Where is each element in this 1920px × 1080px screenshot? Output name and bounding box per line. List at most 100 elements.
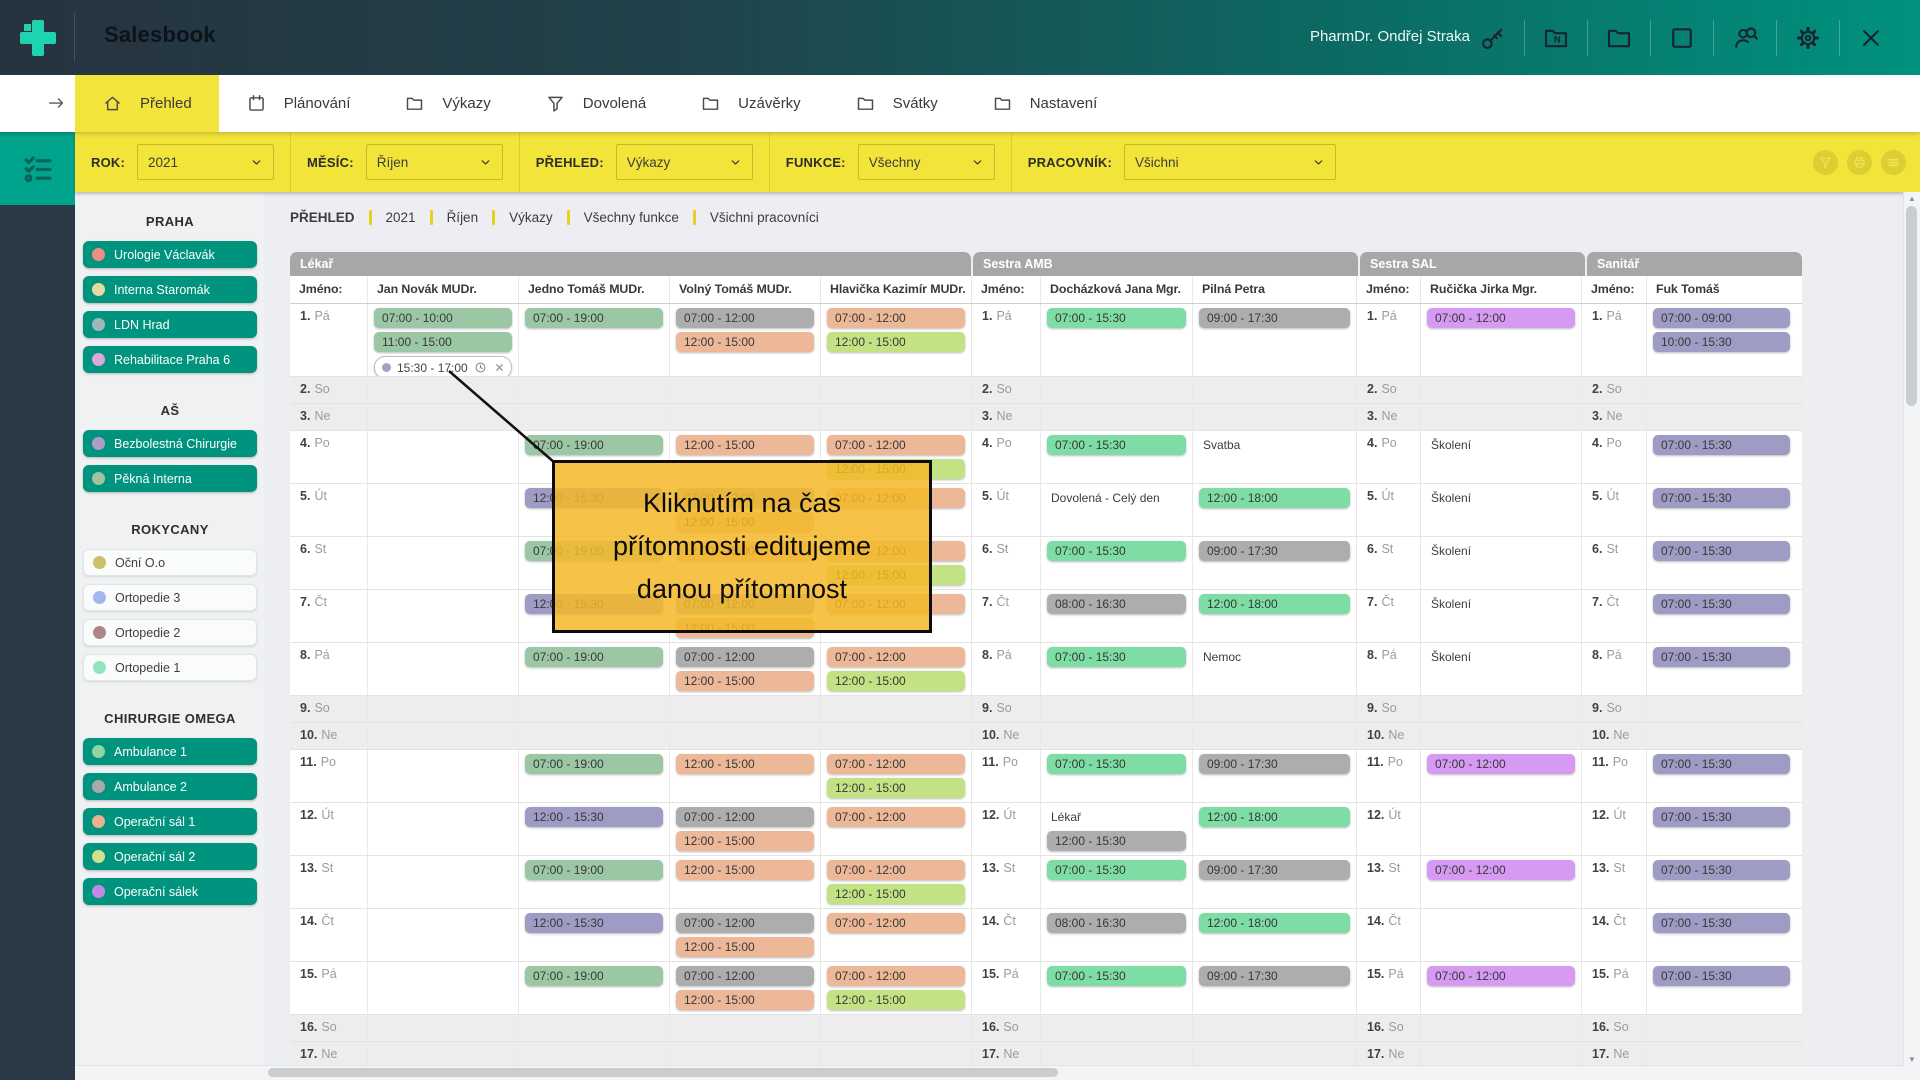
shift-pill[interactable]: 07:00 - 12:00 [827,860,965,880]
remove-shift-icon[interactable] [493,361,506,374]
workplace-pill[interactable]: Operační sál 2 [83,843,257,870]
folder-icon[interactable] [1604,23,1634,53]
filter-button[interactable] [1813,150,1838,175]
shift-pill[interactable]: 12:00 - 15:00 [676,754,814,774]
shift-pill[interactable]: 12:00 - 15:00 [827,671,965,691]
filter-select-pracovník[interactable]: Všichni [1124,144,1336,180]
shift-pill[interactable]: 12:00 - 15:00 [676,937,814,957]
gear-icon[interactable] [1793,23,1823,53]
scroll-down-icon[interactable]: ▼ [1908,1055,1916,1064]
workplace-pill[interactable]: Pěkná Interna [83,465,257,492]
shift-pill[interactable]: 07:00 - 12:00 [676,308,814,328]
shift-pill[interactable]: 08:00 - 16:30 [1047,594,1186,614]
vertical-scroll-thumb[interactable] [1906,206,1917,406]
tab-uzaverky[interactable]: Uzávěrky [673,75,828,132]
shift-pill[interactable]: 07:00 - 12:00 [827,966,965,986]
workplace-pill[interactable]: Ambulance 1 [83,738,257,765]
shift-pill[interactable]: 08:00 - 16:30 [1047,913,1186,933]
shift-pill[interactable]: 11:00 - 15:00 [374,332,512,352]
shift-pill[interactable]: 09:00 - 17:30 [1199,860,1350,880]
shift-pill[interactable]: 12:00 - 15:00 [676,860,814,880]
arrow-right-icon[interactable] [46,92,68,114]
shift-pill[interactable]: 07:00 - 19:00 [525,860,663,880]
shift-pill[interactable]: 07:00 - 15:30 [1653,913,1790,933]
key-icon[interactable] [1478,23,1508,53]
shift-pill[interactable]: 12:00 - 15:00 [676,332,814,352]
close-icon[interactable] [1856,23,1886,53]
shift-pill[interactable]: 07:00 - 12:00 [827,807,965,827]
shift-pill[interactable]: 12:00 - 15:30 [525,913,663,933]
shift-pill[interactable]: 07:00 - 12:00 [1427,308,1575,328]
shift-pill[interactable]: 07:00 - 19:00 [525,647,663,667]
shift-pill[interactable]: 07:00 - 15:30 [1653,754,1790,774]
shift-pill[interactable]: 07:00 - 10:00 [374,308,512,328]
shift-pill[interactable]: 07:00 - 12:00 [676,807,814,827]
shift-pill[interactable]: 07:00 - 15:30 [1653,594,1790,614]
shift-pill[interactable]: 07:00 - 12:00 [1427,860,1575,880]
shift-pill[interactable]: 12:00 - 15:00 [676,435,814,455]
workplace-pill[interactable]: Urologie Václavák [83,241,257,268]
tab-nastaveni[interactable]: Nastavení [965,75,1125,132]
shift-pill[interactable]: 09:00 - 17:30 [1199,308,1350,328]
shift-pill[interactable]: 07:00 - 15:30 [1653,435,1790,455]
shift-pill[interactable]: 10:00 - 15:30 [1653,332,1790,352]
print-button[interactable] [1847,150,1872,175]
shift-pill[interactable]: 07:00 - 12:00 [676,966,814,986]
shift-pill[interactable]: 12:00 - 18:00 [1199,488,1350,508]
filter-select-měsíc[interactable]: Říjen [366,144,503,180]
shift-pill[interactable]: 07:00 - 15:30 [1653,860,1790,880]
sidebar-toggle-button[interactable] [0,132,75,205]
shift-pill[interactable]: 07:00 - 15:30 [1047,308,1186,328]
tab-planovani[interactable]: Plánování [219,75,378,132]
user-search-icon[interactable] [1730,23,1760,53]
shift-pill[interactable]: 09:00 - 17:30 [1199,541,1350,561]
tab-prehled[interactable]: Přehled [75,75,219,132]
shift-pill[interactable]: 07:00 - 15:30 [1047,435,1186,455]
horizontal-scroll-thumb[interactable] [268,1068,1058,1077]
menu-button[interactable] [1881,150,1906,175]
shift-pill[interactable]: 07:00 - 19:00 [525,754,663,774]
shift-pill[interactable]: 12:00 - 18:00 [1199,594,1350,614]
shift-pill[interactable]: 07:00 - 15:30 [1653,647,1790,667]
shift-pill[interactable]: 07:00 - 15:30 [1653,541,1790,561]
shift-pill[interactable]: 07:00 - 15:30 [1653,966,1790,986]
vertical-scrollbar[interactable]: ▲ ▼ [1903,192,1920,1080]
scroll-up-icon[interactable]: ▲ [1908,194,1916,203]
workplace-pill[interactable]: Operační sálek [83,878,257,905]
shift-pill[interactable]: 07:00 - 09:00 [1653,308,1790,328]
filter-select-rok[interactable]: 2021 [137,144,274,180]
tab-svatky[interactable]: Svátky [828,75,965,132]
filter-select-funkce[interactable]: Všechny [858,144,995,180]
clock-icon[interactable] [474,361,487,374]
shift-pill[interactable]: 07:00 - 12:00 [827,647,965,667]
shift-pill[interactable]: 12:00 - 15:00 [676,990,814,1010]
workplace-pill[interactable]: Ambulance 2 [83,773,257,800]
shift-pill[interactable]: 12:00 - 15:00 [827,990,965,1010]
shift-pill[interactable]: 07:00 - 12:00 [827,435,965,455]
square-icon[interactable] [1667,23,1697,53]
workplace-pill[interactable]: Rehabilitace Praha 6 [83,346,257,373]
workplace-pill[interactable]: Oční O.o [83,549,257,576]
shift-pill[interactable]: 12:00 - 18:00 [1199,807,1350,827]
shift-pill[interactable]: 07:00 - 19:00 [525,308,663,328]
shift-pill[interactable]: 12:00 - 15:30 [1047,831,1186,851]
workplace-pill[interactable]: Ortopedie 1 [83,654,257,681]
shift-pill[interactable]: 07:00 - 15:30 [1653,488,1790,508]
shift-pill[interactable]: 07:00 - 12:00 [1427,754,1575,774]
shift-pill[interactable]: 07:00 - 12:00 [1427,966,1575,986]
workplace-pill[interactable]: Ortopedie 2 [83,619,257,646]
shift-pill[interactable]: 12:00 - 15:30 [525,807,663,827]
shift-pill[interactable]: 09:00 - 17:30 [1199,754,1350,774]
shift-pill[interactable]: 07:00 - 15:30 [1047,541,1186,561]
workplace-pill[interactable]: Interna Staromák [83,276,257,303]
workplace-pill[interactable]: LDN Hrad [83,311,257,338]
workplace-pill[interactable]: Ortopedie 3 [83,584,257,611]
shift-pill[interactable]: 09:00 - 17:30 [1199,966,1350,986]
shift-pill[interactable]: 12:00 - 15:00 [676,831,814,851]
tab-vykazy[interactable]: Výkazy [377,75,517,132]
shift-pill[interactable]: 07:00 - 19:00 [525,435,663,455]
shift-pill[interactable]: 07:00 - 12:00 [827,308,965,328]
horizontal-scrollbar[interactable] [75,1065,1904,1080]
shift-pill[interactable]: 12:00 - 15:00 [676,671,814,691]
folder-n-icon[interactable]: N [1541,23,1571,53]
